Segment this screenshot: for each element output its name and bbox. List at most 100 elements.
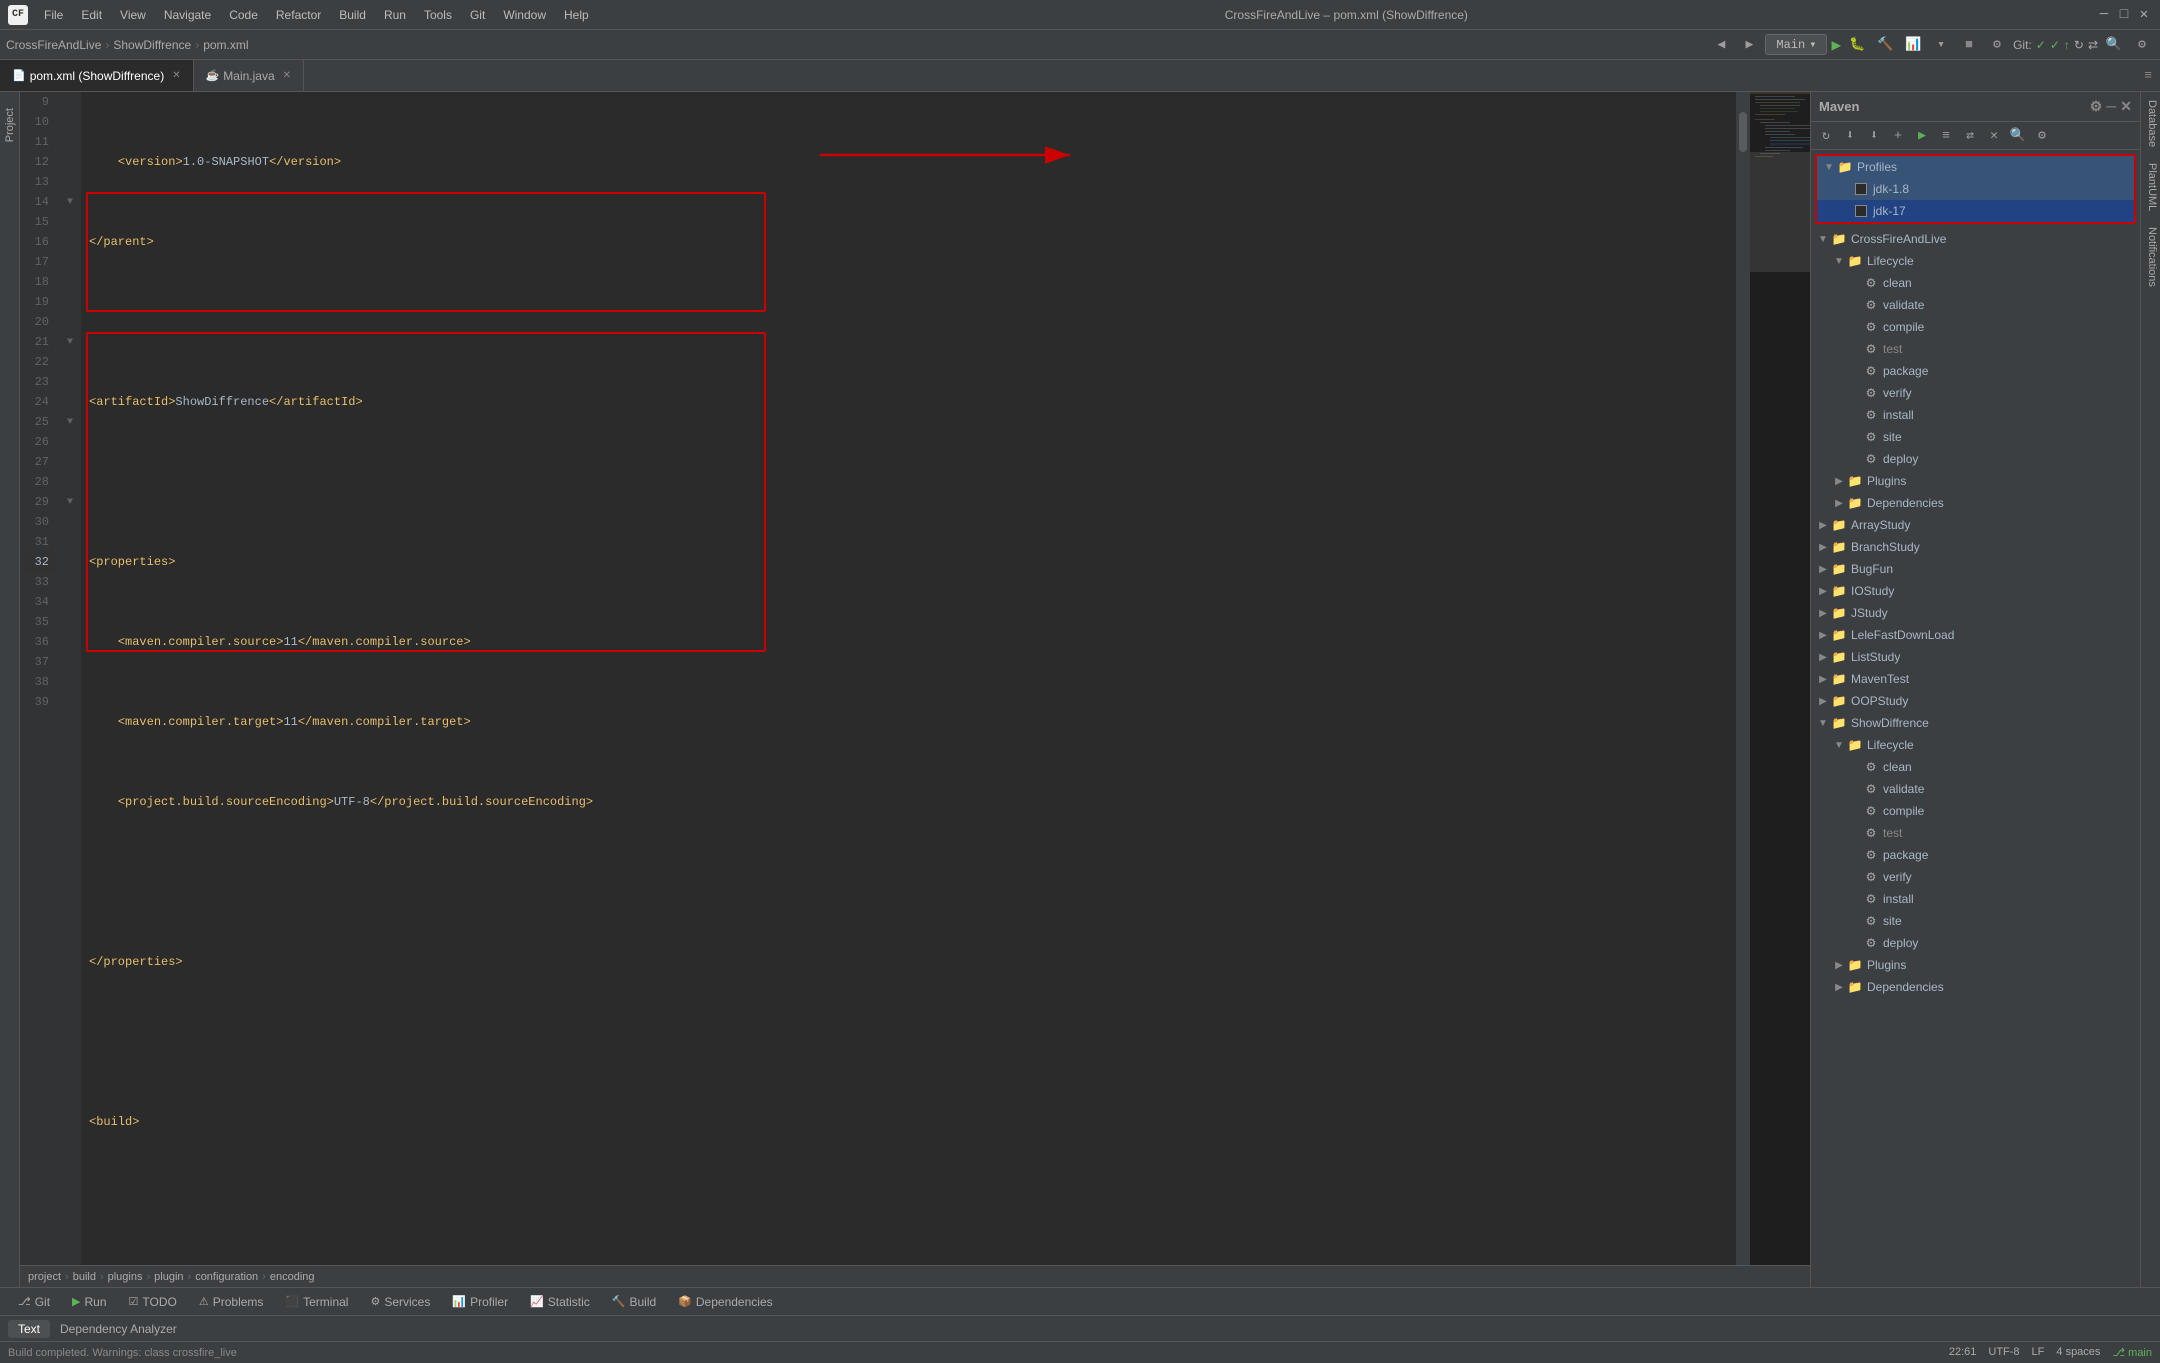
minimap[interactable] [1750,92,1810,1265]
menu-build[interactable]: Build [331,6,374,24]
lifecycle-expand-icon[interactable]: ▼ [1831,253,1847,269]
maximize-button[interactable]: □ [2116,7,2132,23]
menu-code[interactable]: Code [221,6,266,24]
gear-button[interactable]: ⚙ [2130,33,2154,57]
maven-clean-crossfire[interactable]: ⚙ clean [1811,272,2140,294]
bottom-tab-problems[interactable]: ⚠ Problems [189,1293,274,1311]
breadcrumb-project[interactable]: CrossFireAndLive [6,38,101,52]
maven-project-tree[interactable]: ▼ 📁 CrossFireAndLive ▼ 📁 Lifecycle ⚙ cle… [1811,224,2140,1287]
coverage-button[interactable]: 📊 [1901,33,1925,57]
bc-project[interactable]: project [28,1271,61,1283]
bottom-tab-todo[interactable]: ☑ TODO [119,1293,187,1311]
maven-plugins-show[interactable]: ▶ 📁 Plugins [1811,954,2140,976]
crossfire-expand-icon[interactable]: ▼ [1815,231,1831,247]
maven-add-button[interactable]: + [1887,125,1909,147]
maven-test-show[interactable]: ⚙ test [1811,822,2140,844]
run-config-selector[interactable]: Main ▾ [1765,34,1827,55]
maven-tree-crossfireandlive[interactable]: ▼ 📁 CrossFireAndLive [1811,228,2140,250]
fold-icon-29[interactable]: ▼ [67,497,73,508]
close-button[interactable]: ✕ [2136,7,2152,23]
menu-refactor[interactable]: Refactor [268,6,329,24]
maven-install-crossfire[interactable]: ⚙ install [1811,404,2140,426]
maven-bugfun[interactable]: ▶ 📁 BugFun [1811,558,2140,580]
dependency-analyzer-tab[interactable]: Dependency Analyzer [50,1320,187,1338]
code-lines[interactable]: <version>1.0-SNAPSHOT</version> </parent… [81,92,1736,1265]
menu-window[interactable]: Window [495,6,554,24]
bottom-tab-run[interactable]: ▶ Run [62,1293,116,1311]
maven-download-sources-button[interactable]: ⬇ [1863,125,1885,147]
debug-button[interactable]: 🐛 [1845,33,1869,57]
maven-verify-show[interactable]: ⚙ verify [1811,866,2140,888]
project-panel-label[interactable]: Project [4,100,16,150]
fold-icon-14[interactable]: ▼ [67,197,73,208]
plugins-expand-icon[interactable]: ▶ [1831,473,1847,489]
maven-lifecycle-crossfire[interactable]: ▼ 📁 Lifecycle [1811,250,2140,272]
tab-menu-button[interactable]: ≡ [2136,60,2160,91]
maven-validate-show[interactable]: ⚙ validate [1811,778,2140,800]
git-push-icon[interactable]: ↑ [2064,38,2070,52]
maven-iostudy[interactable]: ▶ 📁 IOStudy [1811,580,2140,602]
maven-showdiffrence[interactable]: ▼ 📁 ShowDiffrence [1811,712,2140,734]
menu-file[interactable]: File [36,6,71,24]
menu-run[interactable]: Run [376,6,414,24]
text-tab[interactable]: Text [8,1320,50,1338]
maven-run-button[interactable]: ▶ [1911,125,1933,147]
maven-lifecycle-show[interactable]: ▼ 📁 Lifecycle [1811,734,2140,756]
build-button[interactable]: 🔨 [1873,33,1897,57]
maven-deploy-crossfire[interactable]: ⚙ deploy [1811,448,2140,470]
minimize-button[interactable]: ─ [2096,7,2112,23]
maven-lifecycle-button[interactable]: ≡ [1935,125,1957,147]
maven-jstudy[interactable]: ▶ 📁 JStudy [1811,602,2140,624]
bottom-tab-statistic[interactable]: 📈 Statistic [520,1293,600,1311]
bottom-tab-build[interactable]: 🔨 Build [602,1293,666,1311]
menu-git[interactable]: Git [462,6,493,24]
maven-test-crossfire[interactable]: ⚙ test [1811,338,2140,360]
maven-search-button[interactable]: 🔍 [2007,125,2029,147]
database-panel-button[interactable]: Database [2141,92,2160,155]
profiles-expand-icon[interactable]: ▼ [1821,159,1837,175]
tab-pom-close[interactable]: ✕ [172,70,180,81]
dropdown-button[interactable]: ▾ [1929,33,1953,57]
bottom-tab-profiler[interactable]: 📊 Profiler [442,1293,518,1311]
maven-arraystudy[interactable]: ▶ 📁 ArrayStudy [1811,514,2140,536]
maven-profile-jdk17[interactable]: jdk-17 [1817,200,2134,222]
notifications-panel-button[interactable]: Notifications [2141,219,2160,295]
tab-main-java[interactable]: ☕ Main.java ✕ [194,60,304,91]
forward-button[interactable]: ▶ [1737,33,1761,57]
plantuml-panel-button[interactable]: PlantUML [2141,155,2160,219]
maven-settings-file-button[interactable]: ⚙ [2031,125,2053,147]
bc-build[interactable]: build [73,1271,96,1283]
menu-tools[interactable]: Tools [416,6,460,24]
git-refresh-icon[interactable]: ↻ [2074,38,2084,52]
maven-skip-tests-button[interactable]: ✕ [1983,125,2005,147]
status-indent[interactable]: 4 spaces [2056,1346,2100,1359]
maven-dependencies-show[interactable]: ▶ 📁 Dependencies [1811,976,2140,998]
maven-maventest[interactable]: ▶ 📁 MavenTest [1811,668,2140,690]
maven-profiles-header[interactable]: ▼ 📁 Profiles [1817,156,2134,178]
git-translate-icon[interactable]: ⇄ [2088,38,2098,52]
code-editor[interactable]: 9 10 11 12 13 14 15 16 17 18 19 20 21 22… [20,92,1810,1265]
status-line-ending[interactable]: LF [2032,1346,2045,1359]
maven-dependencies-crossfire[interactable]: ▶ 📁 Dependencies [1811,492,2140,514]
bottom-tab-services[interactable]: ⚙ Services [360,1293,440,1311]
maven-site-crossfire[interactable]: ⚙ site [1811,426,2140,448]
fold-icon-21[interactable]: ▼ [67,337,73,348]
maven-settings-icon[interactable]: ⚙ [2090,98,2103,115]
maven-liststudy[interactable]: ▶ 📁 ListStudy [1811,646,2140,668]
vertical-scrollbar[interactable] [1736,92,1750,1265]
maven-close-icon[interactable]: ✕ [2120,98,2132,115]
maven-install-show[interactable]: ⚙ install [1811,888,2140,910]
menu-help[interactable]: Help [556,6,597,24]
maven-compile-show[interactable]: ⚙ compile [1811,800,2140,822]
settings-button[interactable]: ⚙ [1985,33,2009,57]
maven-plugins-crossfire[interactable]: ▶ 📁 Plugins [1811,470,2140,492]
maven-verify-crossfire[interactable]: ⚙ verify [1811,382,2140,404]
fold-icon-25[interactable]: ▼ [67,417,73,428]
maven-site-show[interactable]: ⚙ site [1811,910,2140,932]
tab-pom-xml[interactable]: 📄 pom.xml (ShowDiffrence) ✕ [0,60,194,91]
stop-button[interactable]: ■ [1957,33,1981,57]
maven-reload-button[interactable]: ↻ [1815,125,1837,147]
maven-deploy-show[interactable]: ⚙ deploy [1811,932,2140,954]
maven-minimize-icon[interactable]: ─ [2106,98,2116,115]
maven-package-crossfire[interactable]: ⚙ package [1811,360,2140,382]
